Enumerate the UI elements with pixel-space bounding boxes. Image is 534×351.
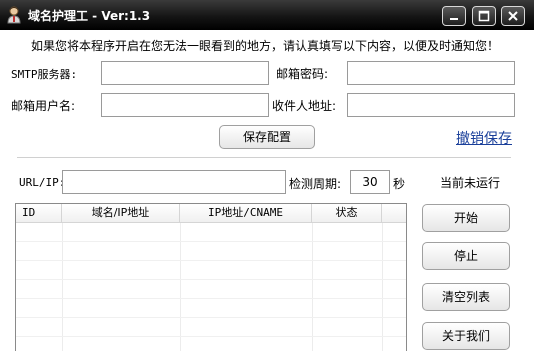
interval-label: 检测周期: (289, 177, 342, 191)
grid-line (16, 260, 406, 261)
mail-username-label: 邮箱用户名: (11, 99, 76, 113)
interval-input[interactable] (350, 170, 390, 194)
title-bar[interactable]: 域名护理工 - Ver:1.3 (0, 0, 534, 30)
list-header: ID 域名/IP地址 IP地址/CNAME 状态 (16, 204, 406, 223)
smtp-server-input[interactable] (101, 61, 269, 85)
mail-password-input[interactable] (347, 61, 515, 85)
minimize-icon (450, 18, 458, 20)
notice-text: 如果您将本程序开启在您无法一眼看到的地方，请认真填写以下内容，以便及时通知您！ (31, 39, 500, 53)
section-divider (17, 157, 511, 158)
list-body[interactable] (16, 223, 406, 351)
close-button[interactable] (501, 6, 525, 26)
mail-password-label: 邮箱密码: (276, 67, 329, 81)
minimize-button[interactable] (442, 6, 466, 26)
save-config-button[interactable]: 保存配置 (219, 125, 315, 149)
undo-save-link[interactable]: 撤销保存 (456, 128, 512, 148)
close-icon (508, 11, 518, 21)
grid-line (16, 279, 406, 280)
column-header-id[interactable]: ID (16, 204, 62, 222)
grid-line (16, 241, 406, 242)
column-header-status[interactable]: 状态 (312, 204, 382, 222)
grid-line (16, 317, 406, 318)
run-status-text: 当前未运行 (440, 176, 501, 190)
stop-button[interactable]: 停止 (422, 242, 510, 270)
grid-line (180, 223, 181, 351)
recipient-label: 收件人地址: (272, 99, 337, 113)
about-us-button[interactable]: 关于我们 (422, 322, 510, 350)
start-button[interactable]: 开始 (422, 204, 510, 232)
window-title: 域名护理工 - Ver:1.3 (28, 9, 151, 23)
grid-line (312, 223, 313, 351)
main-window: 域名护理工 - Ver:1.3 如果您将本程序开启在您无法一眼看到的地方，请认真… (0, 0, 534, 351)
url-ip-label: URL/IP: (19, 176, 66, 189)
app-person-icon (6, 6, 22, 24)
column-header-domain[interactable]: 域名/IP地址 (62, 204, 180, 222)
maximize-icon (478, 10, 490, 22)
domain-list[interactable]: ID 域名/IP地址 IP地址/CNAME 状态 (15, 203, 407, 351)
grid-line (62, 223, 63, 351)
grid-line (16, 336, 406, 337)
url-ip-input[interactable] (62, 170, 286, 194)
smtp-label: SMTP服务器: (11, 68, 78, 81)
clear-list-button[interactable]: 清空列表 (422, 283, 510, 311)
recipient-input[interactable] (347, 93, 515, 117)
grid-line (16, 298, 406, 299)
column-header-ip-cname[interactable]: IP地址/CNAME (180, 204, 312, 222)
grid-line (382, 223, 383, 351)
maximize-button[interactable] (472, 6, 496, 26)
interval-unit: 秒 (393, 177, 406, 191)
mail-username-input[interactable] (101, 93, 269, 117)
